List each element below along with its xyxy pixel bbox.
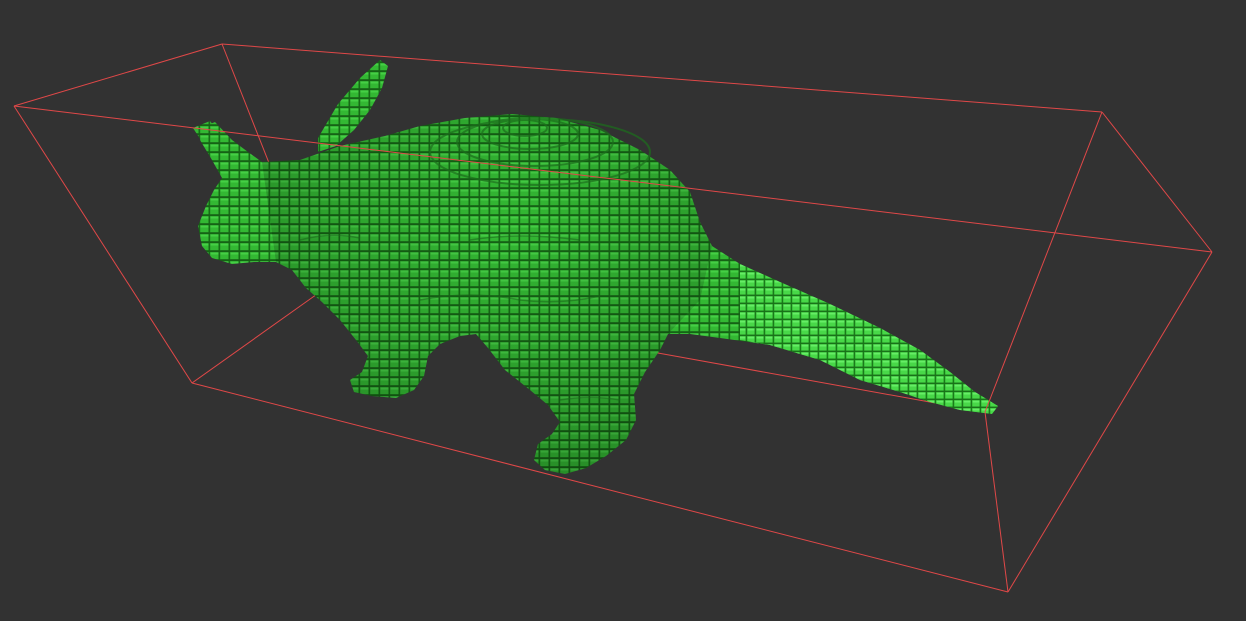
bbox-edge	[191, 291, 321, 384]
model-shading	[262, 114, 712, 474]
voxel-model[interactable]	[193, 60, 998, 474]
voxel-scene[interactable]	[0, 0, 1246, 621]
bbox-edge	[984, 111, 1103, 413]
bbox-edge	[13, 43, 223, 107]
bbox-edge	[1007, 251, 1213, 593]
bbox-edge	[984, 411, 1009, 593]
bbox-edge	[1101, 111, 1213, 253]
3d-viewport[interactable]	[0, 0, 1246, 621]
bbox-edge	[13, 105, 193, 384]
